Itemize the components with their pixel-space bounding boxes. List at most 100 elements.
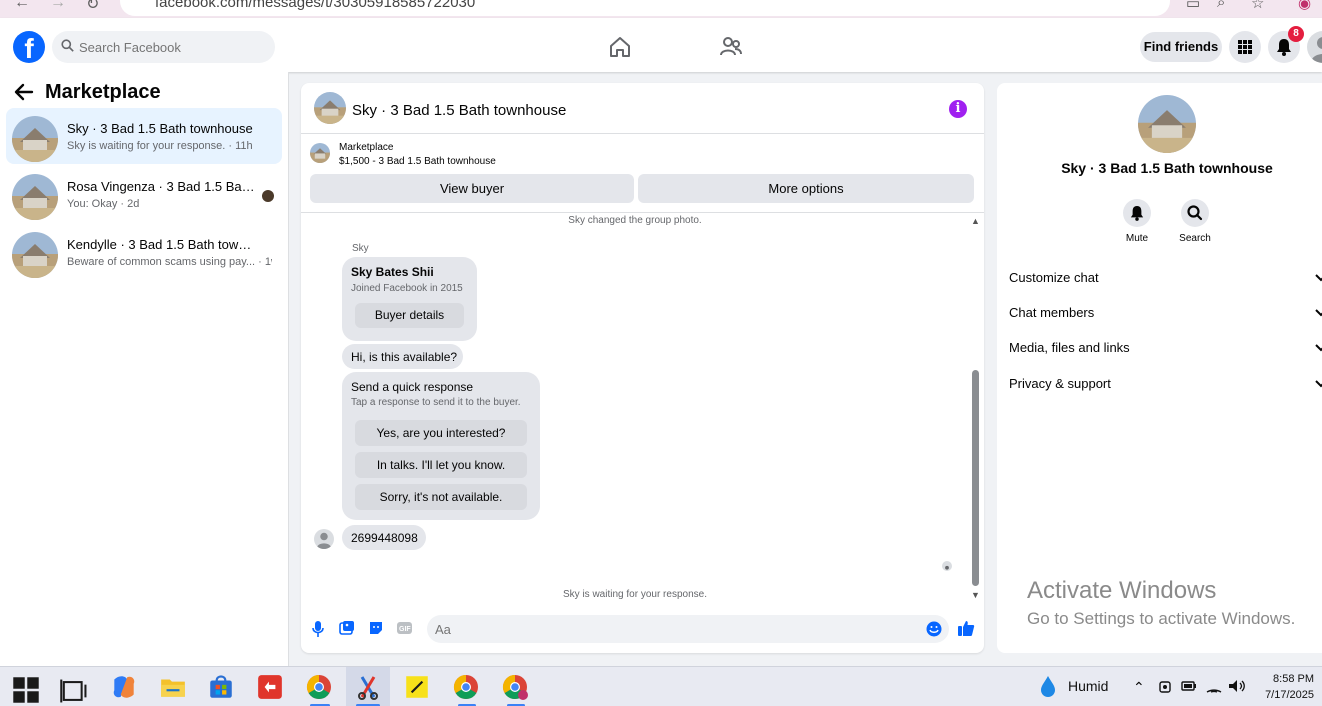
scroll-thumb[interactable] — [972, 370, 979, 586]
more-options-button[interactable]: More options — [638, 174, 974, 203]
listing-price-title[interactable]: $1,500 - 3 Bad 1.5 Bath townhouse — [339, 156, 496, 167]
privacy-support-section[interactable]: Privacy & support — [1009, 374, 1322, 394]
battery-icon[interactable] — [1181, 679, 1197, 693]
sticker-icon[interactable] — [368, 620, 384, 636]
browser-reload-icon[interactable]: ↻ — [86, 0, 99, 14]
search-box[interactable] — [52, 31, 275, 63]
bell-icon — [1130, 206, 1144, 221]
system-clock[interactable]: 8:58 PM 7/17/2025 — [1254, 671, 1314, 703]
photo-icon[interactable] — [339, 620, 355, 636]
message-bubble: 2699448098 — [342, 525, 426, 550]
conversation-item[interactable]: Sky · 3 Bad 1.5 Bath townhouse Sky is wa… — [6, 108, 282, 164]
chevron-down-icon — [1315, 274, 1322, 282]
conversation-item[interactable]: Rosa Vingenza · 3 Bad 1.5 Bath t... You:… — [6, 166, 282, 222]
install-app-icon[interactable]: ▭ — [1186, 0, 1200, 12]
copilot-icon[interactable] — [110, 673, 138, 701]
chevron-down-icon — [1315, 380, 1322, 388]
back-arrow-icon[interactable] — [14, 83, 34, 101]
friends-icon[interactable] — [720, 36, 742, 58]
scroll-up-arrow-icon[interactable]: ▲ — [971, 216, 980, 226]
sticky-notes-icon[interactable] — [403, 673, 431, 701]
chevron-up-icon[interactable]: ⌃ — [1133, 679, 1145, 696]
snipping-tool-icon[interactable] — [354, 673, 382, 701]
marketplace-sidebar: Marketplace Sky · 3 Bad 1.5 Bath townhou… — [0, 72, 289, 666]
quick-response-option[interactable]: In talks. I'll let you know. — [355, 452, 527, 478]
chat-avatar-large[interactable] — [1138, 95, 1196, 153]
chevron-down-icon — [1315, 309, 1322, 317]
browser-forward-icon[interactable]: → — [50, 0, 66, 12]
view-buyer-button[interactable]: View buyer — [310, 174, 634, 203]
wifi-icon[interactable] — [1206, 679, 1222, 693]
chat-header: Sky · 3 Bad 1.5 Bath townhouse i — [301, 83, 984, 134]
conversation-title: Sky · 3 Bad 1.5 Bath townhouse — [67, 121, 253, 136]
facebook-logo[interactable]: f — [13, 31, 45, 63]
menu-button[interactable] — [1229, 31, 1261, 63]
search-in-chat-button[interactable]: Search — [1165, 199, 1225, 244]
facebook-header: f Find friends 8 — [0, 18, 1322, 72]
browser-back-icon[interactable]: ← — [14, 0, 30, 12]
meet-now-icon[interactable] — [1158, 679, 1172, 695]
chat-panel: Sky · 3 Bad 1.5 Bath townhouse i Marketp… — [301, 83, 984, 653]
read-receipt-avatar — [262, 190, 274, 202]
listing-label: Marketplace — [339, 142, 394, 153]
watermark-title: Activate Windows — [1027, 577, 1217, 604]
seen-receipt-avatar — [942, 561, 952, 571]
browser-profile-icon[interactable]: ◉ — [1298, 0, 1311, 12]
home-icon[interactable] — [608, 36, 632, 58]
mute-label: Mute — [1125, 233, 1149, 244]
chrome-profile-icon[interactable] — [452, 673, 480, 701]
conversation-title: Kendylle · 3 Bad 1.5 Bath townhouse — [67, 237, 257, 252]
sender-avatar[interactable] — [314, 529, 334, 549]
thumbs-up-icon[interactable] — [957, 619, 975, 637]
windows-start-icon[interactable] — [12, 676, 40, 704]
windows-taskbar: Humid ⌃ 8:58 PM 7/17/2025 — [0, 666, 1322, 706]
gif-icon[interactable]: GIF — [396, 620, 413, 636]
clock-date: 7/17/2025 — [1265, 689, 1314, 701]
media-files-links-section[interactable]: Media, files and links — [1009, 338, 1322, 358]
mute-button[interactable]: Mute — [1107, 199, 1167, 244]
activate-windows-watermark: Activate Windows Go to Settings to activ… — [1027, 577, 1295, 629]
red-app-icon[interactable] — [256, 673, 284, 701]
find-friends-button[interactable]: Find friends — [1140, 32, 1222, 62]
sender-name: Sky — [352, 243, 369, 254]
browser-bar: ← → ↻ facebook.com/messages/t/3030591858… — [0, 0, 1322, 18]
search-input[interactable] — [79, 31, 269, 63]
conversation-preview: Sky is waiting for your response. · 11h — [67, 140, 253, 152]
chat-scrollbar[interactable]: ▲ ▼ — [970, 216, 982, 600]
volume-icon[interactable] — [1228, 679, 1246, 693]
buyer-details-button[interactable]: Buyer details — [355, 303, 464, 328]
quick-response-option[interactable]: Yes, are you interested? — [355, 420, 527, 446]
bookmark-star-icon[interactable]: ☆ — [1251, 0, 1264, 12]
account-avatar[interactable] — [1307, 31, 1322, 63]
chat-title[interactable]: Sky · 3 Bad 1.5 Bath townhouse — [352, 102, 566, 119]
message-input[interactable] — [427, 615, 949, 643]
emoji-icon[interactable] — [926, 621, 942, 637]
search-icon — [1187, 205, 1203, 221]
system-message: Sky changed the group photo. — [568, 215, 702, 226]
scroll-down-arrow-icon[interactable]: ▼ — [971, 590, 980, 600]
chat-avatar[interactable] — [314, 92, 346, 124]
microsoft-store-icon[interactable] — [207, 673, 235, 701]
sidebar-title: Marketplace — [45, 81, 161, 103]
details-title: Sky · 3 Bad 1.5 Bath townhouse — [1061, 160, 1273, 176]
user-silhouette-icon — [1311, 37, 1322, 63]
clock-time: 8:58 PM — [1273, 673, 1314, 685]
listing-thumbnail[interactable] — [310, 143, 330, 163]
zoom-icon[interactable]: ⌕ — [1217, 0, 1225, 11]
chat-members-section[interactable]: Chat members — [1009, 303, 1322, 323]
info-icon[interactable]: i — [949, 100, 967, 118]
task-view-icon[interactable] — [60, 677, 88, 705]
watermark-subtitle: Go to Settings to activate Windows. — [1027, 609, 1296, 628]
conversation-item[interactable]: Kendylle · 3 Bad 1.5 Bath townhouse Bewa… — [6, 224, 282, 280]
microphone-icon[interactable] — [312, 620, 324, 638]
customize-chat-section[interactable]: Customize chat — [1009, 268, 1322, 288]
listing-thumbnail — [12, 174, 58, 220]
url-text[interactable]: facebook.com/messages/t/3030591858572203… — [155, 0, 475, 11]
message-composer: GIF — [301, 613, 984, 645]
chat-details-panel: Sky · 3 Bad 1.5 Bath townhouse Mute Sear… — [997, 83, 1322, 653]
chrome-icon[interactable] — [305, 673, 333, 701]
buyer-joined-text: Joined Facebook in 2015 — [351, 283, 463, 294]
quick-response-option[interactable]: Sorry, it's not available. — [355, 484, 527, 510]
file-explorer-icon[interactable] — [159, 673, 187, 701]
chrome-profile-icon[interactable] — [501, 673, 529, 701]
